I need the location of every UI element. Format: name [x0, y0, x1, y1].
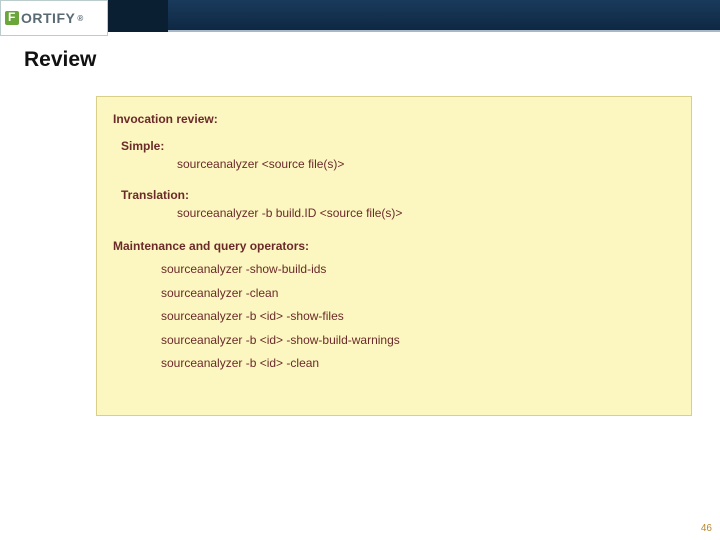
header-dark-block: [108, 0, 168, 32]
simple-command: sourceanalyzer <source file(s)>: [177, 156, 675, 173]
maint-command: sourceanalyzer -b <id> -show-build-warni…: [161, 332, 675, 349]
logo-text: ORTIFY: [21, 10, 75, 26]
translation-command: sourceanalyzer -b build.ID <source file(…: [177, 205, 675, 222]
maint-command: sourceanalyzer -b <id> -clean: [161, 355, 675, 372]
maint-command: sourceanalyzer -show-build-ids: [161, 261, 675, 278]
page-number: 46: [701, 523, 712, 534]
maintenance-heading: Maintenance and query operators:: [113, 238, 675, 255]
maint-command: sourceanalyzer -clean: [161, 285, 675, 302]
page-title: Review: [24, 48, 720, 72]
logo-registered: ®: [77, 14, 83, 23]
logo: ORTIFY ®: [0, 0, 108, 36]
maint-command: sourceanalyzer -b <id> -show-files: [161, 308, 675, 325]
simple-label: Simple:: [121, 138, 675, 155]
content-panel: Invocation review: Simple: sourceanalyze…: [96, 96, 692, 416]
header-bar: ORTIFY ®: [0, 0, 720, 32]
invocation-heading: Invocation review:: [113, 111, 675, 128]
translation-label: Translation:: [121, 187, 675, 204]
logo-mark-icon: [5, 11, 19, 25]
